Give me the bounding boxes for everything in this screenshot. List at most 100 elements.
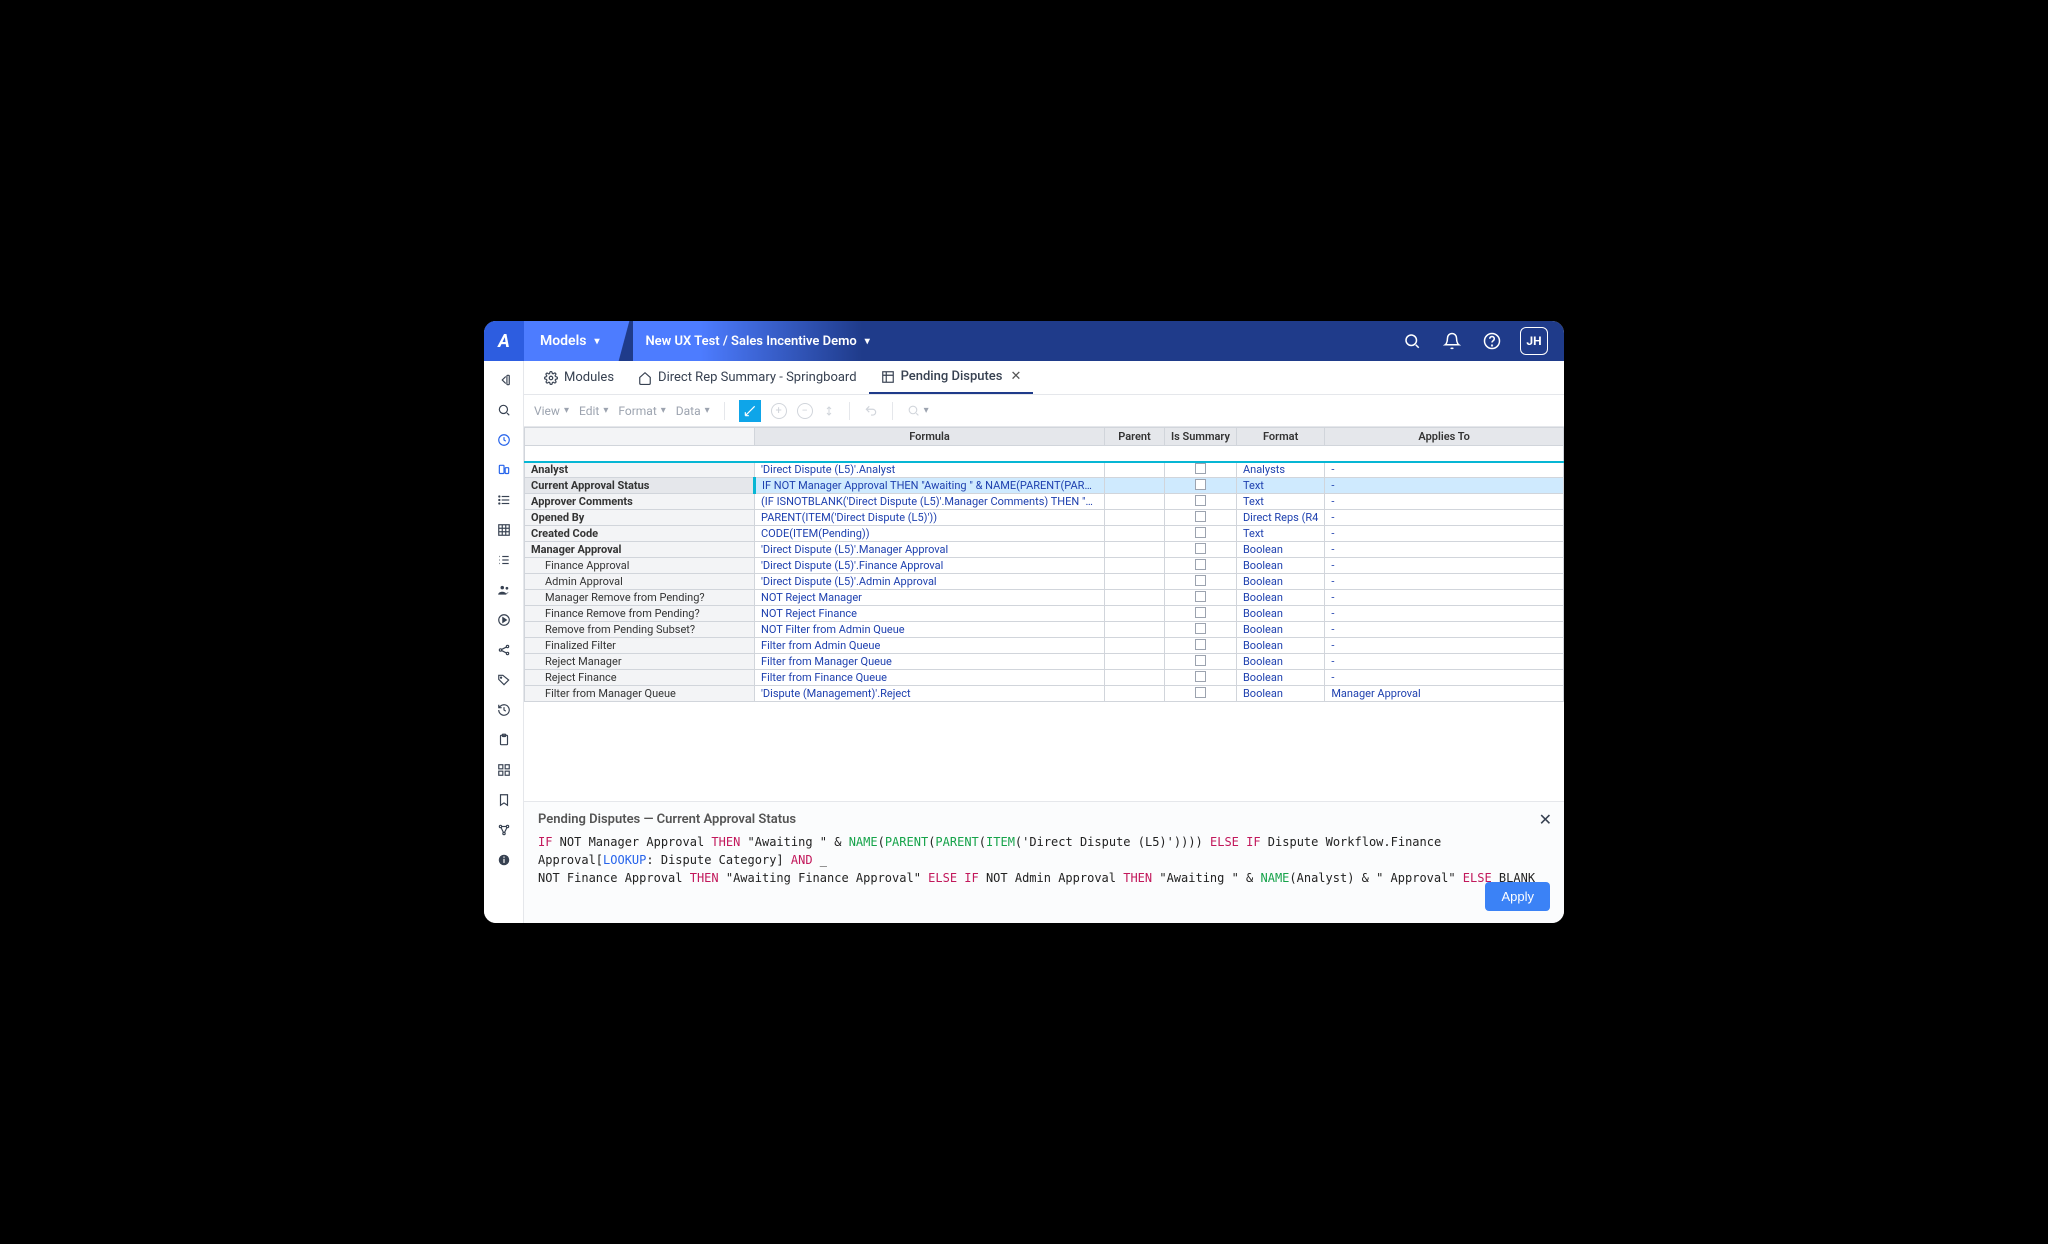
checkbox[interactable] — [1195, 575, 1206, 586]
user-avatar[interactable]: JH — [1520, 327, 1548, 355]
format-cell[interactable]: Boolean — [1236, 558, 1324, 574]
formula-cell[interactable]: (IF ISNOTBLANK('Direct Dispute (L5)'.Man… — [755, 494, 1105, 510]
checkbox[interactable] — [1195, 479, 1206, 490]
col-format[interactable]: Format — [1236, 428, 1324, 446]
checkbox[interactable] — [1195, 607, 1206, 618]
applies-cell[interactable]: - — [1325, 670, 1564, 686]
format-cell[interactable]: Text — [1236, 526, 1324, 542]
parent-cell[interactable] — [1105, 574, 1165, 590]
table-row[interactable]: Admin Approval'Direct Dispute (L5)'.Admi… — [525, 574, 1564, 590]
row-label[interactable]: Current Approval Status — [525, 478, 755, 494]
parent-cell[interactable] — [1105, 462, 1165, 478]
parent-cell[interactable] — [1105, 638, 1165, 654]
row-label[interactable]: Finance Remove from Pending? — [525, 606, 755, 622]
formula-cell[interactable]: CODE(ITEM(Pending)) — [755, 526, 1105, 542]
row-label[interactable]: Finalized Filter — [525, 638, 755, 654]
modules-tab[interactable]: Modules — [532, 361, 626, 394]
applies-cell[interactable]: - — [1325, 542, 1564, 558]
parent-cell[interactable] — [1105, 606, 1165, 622]
history-icon[interactable] — [490, 697, 518, 723]
row-label[interactable]: Reject Finance — [525, 670, 755, 686]
applies-cell[interactable]: - — [1325, 606, 1564, 622]
table-row[interactable]: Remove from Pending Subset?NOT Filter fr… — [525, 622, 1564, 638]
formula-cell[interactable]: 'Direct Dispute (L5)'.Admin Approval — [755, 574, 1105, 590]
summary-cell[interactable] — [1165, 542, 1237, 558]
row-label[interactable]: Created Code — [525, 526, 755, 542]
edit-menu[interactable]: Edit▾ — [579, 404, 608, 418]
models-dropdown[interactable]: Models ▾ — [524, 321, 615, 361]
summary-cell[interactable] — [1165, 638, 1237, 654]
applies-cell[interactable]: - — [1325, 558, 1564, 574]
add-button[interactable]: + — [771, 403, 787, 419]
format-cell[interactable]: Boolean — [1236, 606, 1324, 622]
parent-cell[interactable] — [1105, 590, 1165, 606]
table-row[interactable]: Manager Approval'Direct Dispute (L5)'.Ma… — [525, 542, 1564, 558]
checkbox[interactable] — [1195, 623, 1206, 634]
format-cell[interactable]: Direct Reps (R4 — [1236, 510, 1324, 526]
applies-cell[interactable]: - — [1325, 462, 1564, 478]
summary-cell[interactable] — [1165, 574, 1237, 590]
row-label[interactable]: Opened By — [525, 510, 755, 526]
summary-cell[interactable] — [1165, 606, 1237, 622]
applies-cell[interactable]: - — [1325, 590, 1564, 606]
format-cell[interactable]: Boolean — [1236, 686, 1324, 702]
format-cell[interactable]: Text — [1236, 494, 1324, 510]
format-cell[interactable]: Boolean — [1236, 542, 1324, 558]
table-row[interactable]: Manager Remove from Pending?NOT Reject M… — [525, 590, 1564, 606]
formula-cell[interactable]: NOT Reject Manager — [755, 590, 1105, 606]
grid[interactable]: Formula Parent Is Summary Format Applies… — [524, 427, 1564, 801]
search-rail-icon[interactable] — [490, 397, 518, 423]
row-label[interactable]: Admin Approval — [525, 574, 755, 590]
summary-cell[interactable] — [1165, 526, 1237, 542]
parent-cell[interactable] — [1105, 510, 1165, 526]
row-label[interactable]: Analyst — [525, 462, 755, 478]
formula-cell[interactable]: 'Direct Dispute (L5)'.Manager Approval — [755, 542, 1105, 558]
table-row[interactable]: Finance Remove from Pending?NOT Reject F… — [525, 606, 1564, 622]
tab-direct-rep-summary[interactable]: Direct Rep Summary - Springboard — [626, 361, 869, 394]
summary-cell[interactable] — [1165, 590, 1237, 606]
formula-cell[interactable]: 'Dispute (Management)'.Reject — [755, 686, 1105, 702]
applies-cell[interactable]: - — [1325, 574, 1564, 590]
network-icon[interactable] — [490, 817, 518, 843]
formula-cell[interactable]: 'Direct Dispute (L5)'.Analyst — [755, 462, 1105, 478]
formula-cell[interactable]: Filter from Finance Queue — [755, 670, 1105, 686]
clock-icon[interactable] — [490, 427, 518, 453]
row-label[interactable]: Manager Approval — [525, 542, 755, 558]
table-row[interactable]: Reject ManagerFilter from Manager QueueB… — [525, 654, 1564, 670]
checkbox[interactable] — [1195, 543, 1206, 554]
checkbox[interactable] — [1195, 511, 1206, 522]
applies-cell[interactable]: Manager Approval — [1325, 686, 1564, 702]
row-label[interactable]: Filter from Manager Queue — [525, 686, 755, 702]
format-cell[interactable]: Boolean — [1236, 670, 1324, 686]
bullets-icon[interactable] — [490, 547, 518, 573]
formula-cell[interactable]: Filter from Admin Queue — [755, 638, 1105, 654]
device-icon[interactable] — [490, 457, 518, 483]
format-cell[interactable]: Text — [1236, 478, 1324, 494]
checkbox[interactable] — [1195, 463, 1206, 474]
summary-cell[interactable] — [1165, 558, 1237, 574]
format-cell[interactable]: Boolean — [1236, 654, 1324, 670]
data-menu[interactable]: Data▾ — [676, 404, 710, 418]
summary-cell[interactable] — [1165, 670, 1237, 686]
parent-cell[interactable] — [1105, 542, 1165, 558]
table-icon[interactable] — [490, 517, 518, 543]
remove-button[interactable]: − — [797, 403, 813, 419]
table-row[interactable]: Filter from Manager Queue'Dispute (Manag… — [525, 686, 1564, 702]
parent-cell[interactable] — [1105, 654, 1165, 670]
applies-cell[interactable]: - — [1325, 654, 1564, 670]
checkbox[interactable] — [1195, 591, 1206, 602]
summary-cell[interactable] — [1165, 510, 1237, 526]
format-cell[interactable]: Boolean — [1236, 622, 1324, 638]
formula-cell[interactable]: 'Direct Dispute (L5)'.Finance Approval — [755, 558, 1105, 574]
formula-cell[interactable]: NOT Filter from Admin Queue — [755, 622, 1105, 638]
dashboard-icon[interactable] — [490, 757, 518, 783]
blueprint-button[interactable] — [739, 400, 761, 422]
app-logo[interactable]: A — [484, 321, 524, 361]
search-icon[interactable] — [1400, 329, 1424, 353]
format-cell[interactable]: Boolean — [1236, 590, 1324, 606]
summary-cell[interactable] — [1165, 494, 1237, 510]
table-row[interactable]: Approver Comments(IF ISNOTBLANK('Direct … — [525, 494, 1564, 510]
table-row[interactable]: Current Approval StatusIF NOT Manager Ap… — [525, 478, 1564, 494]
parent-cell[interactable] — [1105, 558, 1165, 574]
checkbox[interactable] — [1195, 559, 1206, 570]
